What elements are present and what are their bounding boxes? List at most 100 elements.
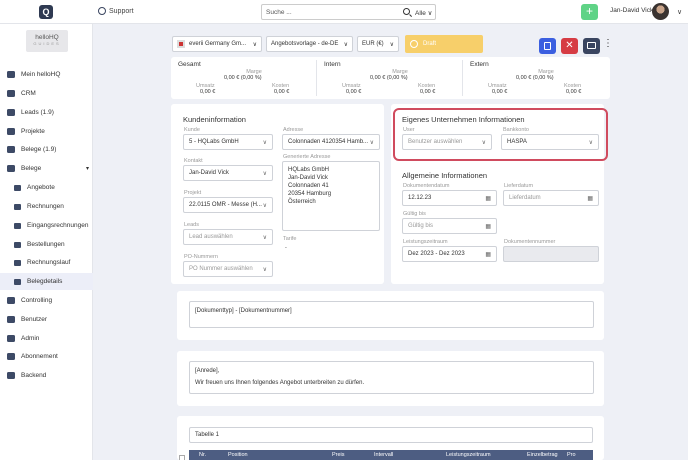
address-label: Adresse (283, 127, 304, 133)
sidebar-item-belege[interactable]: Belege ▾ (0, 160, 93, 177)
sidebar-item-label: Belege (21, 165, 42, 172)
user-select[interactable]: Benutzer auswählen ∨ (402, 134, 492, 150)
cost-value: 0,00 € (420, 89, 436, 95)
sidebar-item-eingangsrechnungen[interactable]: Eingangsrechnungen (0, 217, 93, 234)
delivery-date-label: Lieferdatum (504, 183, 534, 189)
valid-until-label: Gültig bis (403, 211, 426, 217)
select-all-checkbox[interactable] (179, 455, 185, 460)
column-header[interactable]: Preis (332, 452, 345, 458)
sidebar-item-angebote[interactable]: Angebote (0, 179, 93, 196)
more-menu-icon[interactable]: ⋮ (603, 38, 613, 49)
search-scope-select[interactable]: Alle ∨ (415, 9, 432, 17)
contact-select[interactable]: Jan-David Vick ∨ (183, 165, 273, 181)
column-header[interactable]: Einzelbetrag (527, 452, 558, 458)
avatar[interactable] (652, 3, 669, 20)
generated-address-line: Österreich (288, 199, 316, 205)
sidebar-item-label: Projekte (21, 128, 45, 135)
user-name[interactable]: Jan-David Vick (610, 7, 653, 14)
po-select[interactable]: PO Nummer auswählen ∨ (183, 261, 273, 277)
table-name-input[interactable]: Tabelle 1 (189, 427, 593, 443)
incoming-invoices-icon (14, 222, 21, 229)
column-header[interactable]: Position (228, 452, 248, 458)
valid-until-input[interactable]: Gültig bis ▦ (402, 218, 497, 234)
project-select[interactable]: 22.0115 OMR - Messe (H... ∨ (183, 197, 273, 213)
sidebar-item-benutzer[interactable]: Benutzer (0, 311, 93, 328)
service-period-input[interactable]: Dez 2023 - Dez 2023 ▦ (402, 246, 497, 262)
doc-date-input[interactable]: 12.12.23 ▦ (402, 190, 497, 206)
sidebar-item-label: Rechnungen (27, 203, 64, 210)
project-label: Projekt (184, 190, 202, 196)
generated-address-line: 20354 Hamburg (288, 191, 332, 197)
lead-select[interactable]: Lead auswählen ∨ (183, 229, 273, 245)
generated-address-label: Generierte Adresse (283, 154, 331, 160)
divider (316, 60, 317, 96)
company-select[interactable]: everii Germany Gm... ∨ (172, 36, 262, 52)
controlling-icon (7, 297, 15, 304)
support-icon (98, 7, 106, 15)
sidebar-item-rechnungen[interactable]: Rechnungen (0, 198, 93, 215)
column-header[interactable]: Leistungszeitraum (446, 452, 491, 458)
document-details-icon (14, 278, 21, 285)
users-icon (7, 316, 15, 323)
service-period-label: Leistungszeitraum (403, 239, 448, 245)
cost-value: 0,00 € (274, 89, 290, 95)
sidebar-item-label: Benutzer (21, 316, 48, 323)
salutation-input[interactable]: [Anrede], Wir freuen uns Ihnen folgendes … (189, 361, 594, 394)
sidebar-item-label: Leads (1.9) (21, 109, 54, 116)
close-button[interactable]: ✕ (561, 38, 578, 54)
column-header[interactable]: Pro (567, 452, 576, 458)
support-link[interactable]: Support (98, 7, 134, 15)
template-select[interactable]: Angebotsvorlage - de-DE ∨ (266, 36, 353, 52)
sidebar-item-label: Rechnungslauf (27, 259, 71, 266)
sidebar-item-leads-1-9[interactable]: Leads (1.9) (0, 104, 93, 121)
sidebar-item-controlling[interactable]: Controlling (0, 292, 93, 309)
sidebar-item-label: Eingangsrechnungen (27, 222, 89, 229)
calendar-icon: ▦ (485, 251, 491, 258)
bank-select[interactable]: HASPA ∨ (501, 134, 599, 150)
chevron-down-icon[interactable]: ▾ (86, 165, 89, 172)
address-select[interactable]: Colonnaden 4120354 Hamb... ∨ (282, 134, 380, 150)
doc-date-label: Dokumentendatum (403, 183, 450, 189)
save-button[interactable] (539, 38, 556, 54)
revenue-value: 0,00 € (200, 89, 216, 95)
intro-line: Wir freuen uns Ihnen folgendes Angebot u… (195, 380, 365, 386)
add-button[interactable]: + (581, 4, 598, 20)
currency-select[interactable]: EUR (€) ∨ (357, 36, 399, 52)
doc-title-input[interactable]: [Dokumenttyp] - [Dokumentnummer] (189, 301, 594, 328)
search-input[interactable]: Suche ... Alle ∨ (261, 4, 436, 20)
sidebar-item-rechnungslauf[interactable]: Rechnungslauf (0, 254, 93, 271)
comment-button[interactable] (583, 38, 600, 54)
revenue-value: 0,00 € (346, 89, 362, 95)
sidebar-item-label: Backend (21, 372, 47, 379)
general-info-title: Allgemeine Informationen (402, 171, 488, 180)
summary-title: Intern (324, 61, 341, 68)
delivery-date-input[interactable]: Lieferdatum ▦ (503, 190, 599, 206)
chevron-down-icon[interactable]: ∨ (677, 8, 682, 16)
sidebar-item-belegdetails[interactable]: Belegdetails (0, 273, 93, 290)
sidebar-item-bestellungen[interactable]: Bestellungen (0, 236, 93, 253)
customer-select[interactable]: 5 - HQLabs GmbH ∨ (183, 134, 273, 150)
sidebar-item-label: Admin (21, 335, 40, 342)
summary-title: Gesamt (178, 61, 201, 68)
offers-icon (14, 184, 21, 191)
generated-address-field[interactable]: HQLabs GmbH Jan-David Vick Colonnaden 41 20… (282, 161, 380, 231)
home-icon (7, 71, 15, 78)
sidebar-item-crm[interactable]: CRM (0, 85, 93, 102)
sidebar-item-mein-hellohq[interactable]: Mein helloHQ (0, 66, 93, 83)
sidebar-item-belege-1-9[interactable]: Belege (1.9) (0, 141, 93, 158)
doc-number-input[interactable] (503, 246, 599, 262)
column-header[interactable]: Intervall (374, 452, 393, 458)
status-badge[interactable]: Draft (405, 35, 483, 53)
contact-label: Kontakt (184, 158, 203, 164)
sidebar-item-abonnement[interactable]: Abonnement (0, 348, 93, 365)
search-icon[interactable] (403, 8, 410, 15)
sidebar-item-projekte[interactable]: Projekte (0, 123, 93, 140)
revenue-value: 0,00 € (492, 89, 508, 95)
app-logo[interactable]: Q (39, 5, 53, 19)
column-header[interactable]: Nr. (199, 452, 206, 458)
sidebar-item-admin[interactable]: Admin (0, 330, 93, 347)
generated-address-line: Colonnaden 41 (288, 183, 329, 189)
sidebar-item-backend[interactable]: Backend (0, 367, 93, 384)
subscription-icon (7, 353, 15, 360)
margin-value: 0,00 € (0,00 %) (370, 75, 408, 81)
